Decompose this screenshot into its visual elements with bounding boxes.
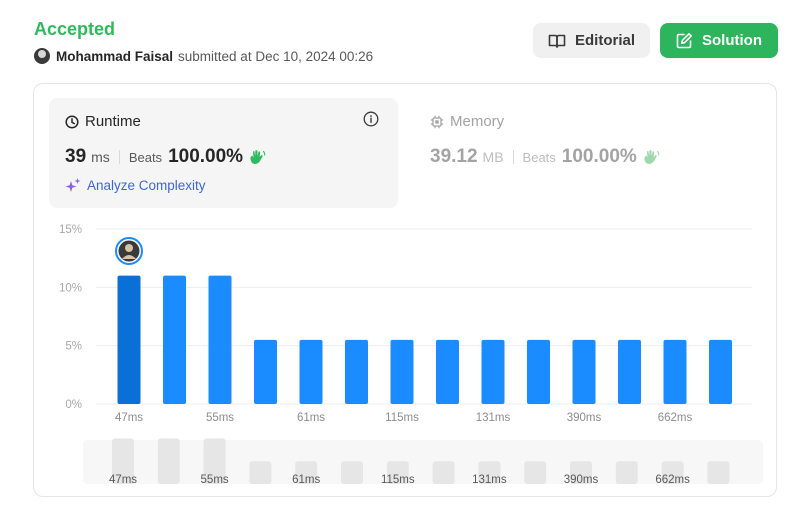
sparkle-icon — [65, 178, 81, 192]
runtime-title: Runtime — [65, 113, 141, 130]
memory-title: Memory — [430, 113, 504, 130]
runtime-value: 39 — [65, 146, 87, 167]
wave-hand-icon — [250, 150, 266, 164]
book-icon — [548, 34, 566, 48]
memory-beats-value: 100.00% — [561, 146, 637, 167]
analyze-label: Analyze Complexity — [87, 177, 206, 193]
runtime-title-label: Runtime — [85, 113, 141, 130]
runtime-stats: 39 ms Beats 100.00% — [65, 146, 266, 168]
submission-time: submitted at Dec 10, 2024 00:26 — [178, 48, 374, 64]
analyze-complexity-link[interactable]: Analyze Complexity — [65, 177, 206, 193]
avatar[interactable] — [34, 48, 50, 64]
memory-beats-label: Beats — [522, 150, 556, 165]
chip-icon — [430, 115, 444, 128]
runtime-card[interactable]: Runtime 39 ms Beats 100.00% Analyze Comp… — [49, 98, 398, 208]
submission-status: Accepted — [34, 19, 116, 39]
memory-card[interactable]: Memory 39.12 MB Beats 100.00% — [414, 98, 764, 208]
memory-title-label: Memory — [450, 113, 505, 130]
wave-hand-icon — [644, 150, 660, 164]
memory-unit: MB — [482, 149, 504, 165]
clock-icon — [65, 114, 79, 129]
runtime-unit: ms — [91, 149, 110, 165]
solution-label: Solution — [702, 32, 762, 49]
solution-button[interactable]: Solution — [660, 23, 778, 58]
info-icon[interactable] — [363, 111, 379, 127]
runtime-beats-value: 100.00% — [168, 146, 244, 167]
runtime-beats-label: Beats — [128, 150, 163, 165]
submission-user[interactable]: Mohammad Faisal — [56, 49, 173, 64]
memory-value: 39.12 — [430, 146, 478, 167]
edit-icon — [676, 33, 692, 49]
memory-stats: 39.12 MB Beats 100.00% — [430, 146, 660, 168]
editorial-button[interactable]: Editorial — [533, 23, 650, 58]
submission-meta: Mohammad Faisal submitted at Dec 10, 202… — [34, 46, 373, 66]
stat-divider — [118, 150, 120, 164]
editorial-label: Editorial — [574, 32, 635, 49]
stat-divider — [512, 150, 514, 164]
